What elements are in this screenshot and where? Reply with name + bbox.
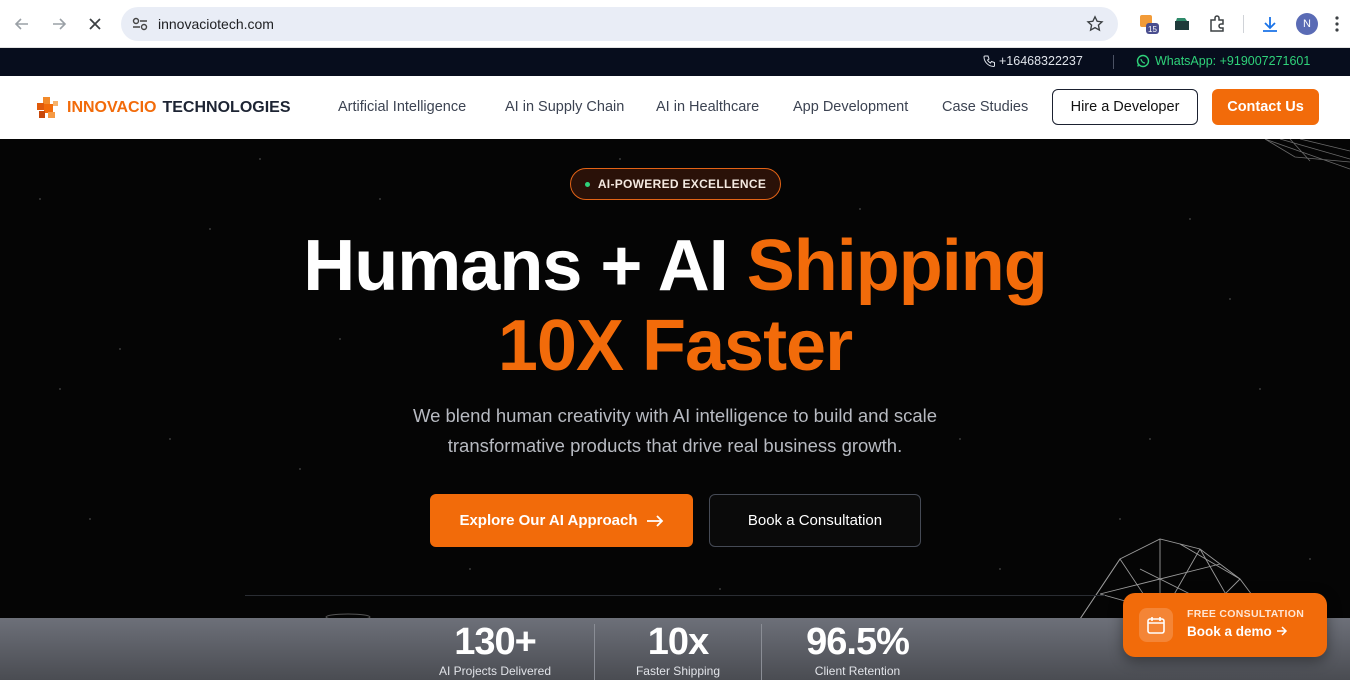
forward-arrow-icon[interactable] <box>47 12 71 36</box>
phone-number: +16468322237 <box>999 54 1083 68</box>
main-nav: INNOVACIO TECHNOLOGIES Artificial Intell… <box>0 76 1350 139</box>
headline-orange-part: Shipping <box>746 226 1048 306</box>
stat-divider <box>594 624 595 680</box>
hero-headline: Humans + AI Shipping <box>0 225 1350 307</box>
stat-label: Client Retention <box>814 664 901 678</box>
whatsapp-number: WhatsApp: +919007271601 <box>1155 54 1311 68</box>
stat-value: 10x <box>647 621 709 663</box>
site-settings-icon[interactable] <box>132 17 148 31</box>
floating-label-row: Book a demo <box>1187 624 1288 639</box>
stat-retention: 96.5% Client Retention <box>790 620 925 678</box>
puzzle-extensions-icon[interactable] <box>1205 12 1229 36</box>
hero-headline-line2: 10X Faster <box>497 306 853 386</box>
toolbar-divider <box>1243 15 1244 33</box>
arrow-right-icon <box>1276 626 1287 636</box>
floating-label: Book a demo <box>1187 624 1272 639</box>
explore-ai-approach-button[interactable]: Explore Our AI Approach <box>430 494 693 547</box>
badge-text: AI-POWERED EXCELLENCE <box>597 177 767 191</box>
topbar-divider <box>1113 55 1114 69</box>
floating-kicker: FREE CONSULTATION <box>1187 608 1305 620</box>
arrow-right-icon <box>646 514 663 527</box>
hero-subtitle: We blend human creativity with AI intell… <box>0 401 1350 461</box>
nav-item-case-studies[interactable]: Case Studies <box>942 99 1028 115</box>
nav-item-ai-supply-chain[interactable]: AI in Supply Chain <box>505 99 624 115</box>
stat-label: AI Projects Delivered <box>438 664 552 678</box>
extension-badge-count: 15 <box>1148 25 1157 34</box>
contact-us-button[interactable]: Contact Us <box>1212 89 1319 125</box>
whatsapp-icon <box>1136 54 1150 68</box>
phone-icon <box>983 55 995 67</box>
hero-section: AI-POWERED EXCELLENCE Humans + AI Shippi… <box>0 139 1350 619</box>
profile-avatar[interactable]: N <box>1295 12 1319 36</box>
nav-item-artificial-intelligence[interactable]: Artificial Intelligence <box>338 99 466 115</box>
profile-initial: N <box>1296 13 1318 35</box>
wireframe-corner-decoration <box>1264 139 1350 170</box>
headline-white-part: Humans + AI <box>303 226 728 306</box>
brand-name-primary: INNOVACIO <box>67 99 157 116</box>
logo-mark-icon <box>37 97 58 118</box>
hero-divider <box>245 595 1105 596</box>
calendar-icon <box>1139 608 1173 642</box>
nav-item-ai-healthcare[interactable]: AI in Healthcare <box>656 99 759 115</box>
nav-item-app-development[interactable]: App Development <box>793 99 908 115</box>
book-consultation-button[interactable]: Book a Consultation <box>709 494 921 547</box>
ai-excellence-badge: AI-POWERED EXCELLENCE <box>570 168 781 200</box>
download-icon[interactable] <box>1258 12 1282 36</box>
whatsapp-link[interactable]: WhatsApp: +919007271601 <box>1136 54 1310 68</box>
address-bar[interactable]: innovaciotech.com <box>121 7 1118 41</box>
hire-developer-button[interactable]: Hire a Developer <box>1052 89 1198 125</box>
explore-button-label: Explore Our AI Approach <box>459 512 638 529</box>
status-dot-icon <box>584 181 590 187</box>
subtitle-line-1: We blend human creativity with AI intell… <box>412 405 938 426</box>
stat-shipping: 10x Faster Shipping <box>618 620 738 678</box>
stat-value: 96.5% <box>806 621 910 663</box>
bookmark-star-icon[interactable] <box>1086 15 1104 33</box>
brand-logo[interactable]: INNOVACIO TECHNOLOGIES <box>35 95 291 121</box>
brand-name-secondary: TECHNOLOGIES <box>162 99 291 116</box>
phone-link[interactable]: +16468322237 <box>983 54 1083 68</box>
more-menu-icon[interactable] <box>1330 12 1344 36</box>
url-text[interactable]: innovaciotech.com <box>158 16 274 32</box>
contact-topbar: +16468322237 WhatsApp: +919007271601 <box>0 48 1350 76</box>
stop-loading-icon[interactable] <box>83 12 107 36</box>
stat-value: 130+ <box>454 621 537 663</box>
book-demo-floating-button[interactable]: FREE CONSULTATION Book a demo <box>1123 593 1327 657</box>
wallet-extension-icon[interactable] <box>1170 12 1194 36</box>
subtitle-line-2: transformative products that drive real … <box>447 435 903 456</box>
browser-toolbar: innovaciotech.com 15 N <box>0 0 1350 48</box>
extension-icon[interactable]: 15 <box>1137 12 1161 36</box>
stat-divider <box>761 624 762 680</box>
stat-projects: 130+ AI Projects Delivered <box>430 620 560 678</box>
stat-label: Faster Shipping <box>635 664 721 678</box>
back-arrow-icon[interactable] <box>10 12 34 36</box>
